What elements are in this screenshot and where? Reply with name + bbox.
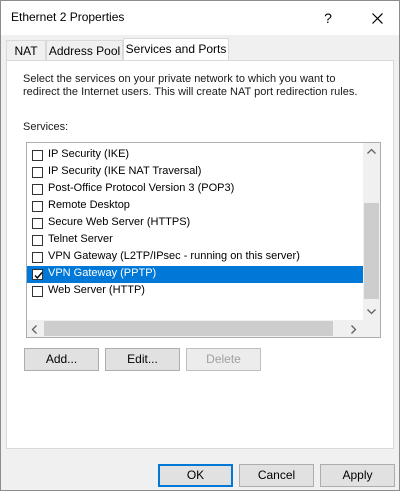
services-and-ports-panel: Select the services on your private netw…	[6, 60, 394, 449]
add-button[interactable]: Add...	[24, 348, 99, 371]
service-label: IP Security (IKE)	[48, 148, 130, 160]
close-button[interactable]	[361, 4, 393, 32]
tab-address-pool[interactable]: Address Pool	[46, 40, 123, 60]
scrollbar-corner	[363, 320, 380, 337]
tab-nat[interactable]: NAT	[6, 40, 46, 60]
edit-button[interactable]: Edit...	[105, 348, 180, 371]
title-bar: Ethernet 2 Properties ?	[1, 1, 399, 35]
scroll-down-button[interactable]	[363, 303, 380, 320]
service-checkbox-checked[interactable]	[32, 269, 43, 280]
services-label: Services:	[23, 121, 69, 133]
list-item[interactable]: Telnet Server	[27, 232, 364, 249]
cancel-button[interactable]: Cancel	[239, 464, 314, 487]
horizontal-scrollbar[interactable]	[27, 320, 380, 337]
chevron-up-icon	[367, 148, 376, 154]
properties-dialog: Ethernet 2 Properties ? NAT Address Pool…	[0, 0, 400, 491]
list-item[interactable]: Post-Office Protocol Version 3 (POP3)	[27, 181, 364, 198]
list-item[interactable]: IP Security (IKE)	[27, 147, 364, 164]
service-label: Remote Desktop	[48, 199, 130, 211]
chevron-right-icon	[351, 325, 357, 334]
service-label: IP Security (IKE NAT Traversal)	[48, 165, 202, 177]
apply-button[interactable]: Apply	[320, 464, 395, 487]
service-label: Post-Office Protocol Version 3 (POP3)	[48, 182, 235, 194]
list-item[interactable]: Remote Desktop	[27, 198, 364, 215]
vertical-scrollbar[interactable]	[363, 143, 380, 320]
list-item[interactable]: IP Security (IKE NAT Traversal)	[27, 164, 364, 181]
window-title: Ethernet 2 Properties	[11, 10, 125, 24]
services-list[interactable]: IP Security (IKE) IP Security (IKE NAT T…	[26, 142, 381, 338]
list-item-selected[interactable]: VPN Gateway (PPTP)	[27, 266, 364, 283]
tab-services-and-ports[interactable]: Services and Ports	[123, 38, 229, 60]
help-button[interactable]: ?	[313, 4, 343, 32]
service-checkbox[interactable]	[32, 218, 43, 229]
panel-description: Select the services on your private netw…	[23, 73, 358, 98]
scroll-up-button[interactable]	[363, 143, 380, 160]
chevron-down-icon	[367, 309, 376, 315]
list-item[interactable]: VPN Gateway (L2TP/IPsec - running on thi…	[27, 249, 364, 266]
service-checkbox[interactable]	[32, 201, 43, 212]
service-checkbox[interactable]	[32, 235, 43, 246]
horizontal-scroll-thumb[interactable]	[44, 321, 333, 336]
checkmark-icon	[34, 272, 43, 280]
close-icon	[372, 13, 383, 24]
ok-button[interactable]: OK	[158, 464, 233, 487]
service-checkbox[interactable]	[32, 286, 43, 297]
service-checkbox[interactable]	[32, 167, 43, 178]
list-item[interactable]: Web Server (HTTP)	[27, 283, 364, 300]
service-checkbox[interactable]	[32, 252, 43, 263]
list-item[interactable]: Secure Web Server (HTTPS)	[27, 215, 364, 232]
chevron-left-icon	[31, 325, 37, 334]
service-label: Web Server (HTTP)	[48, 284, 145, 296]
scroll-right-button[interactable]	[346, 320, 363, 337]
service-checkbox[interactable]	[32, 184, 43, 195]
service-label: Telnet Server	[48, 233, 113, 245]
service-label: VPN Gateway (L2TP/IPsec - running on thi…	[48, 250, 300, 262]
service-label: Secure Web Server (HTTPS)	[48, 216, 191, 228]
delete-button[interactable]: Delete	[186, 348, 261, 371]
service-label: VPN Gateway (PPTP)	[48, 267, 157, 279]
vertical-scroll-thumb[interactable]	[364, 203, 379, 299]
scroll-left-button[interactable]	[27, 320, 44, 337]
service-checkbox[interactable]	[32, 150, 43, 161]
